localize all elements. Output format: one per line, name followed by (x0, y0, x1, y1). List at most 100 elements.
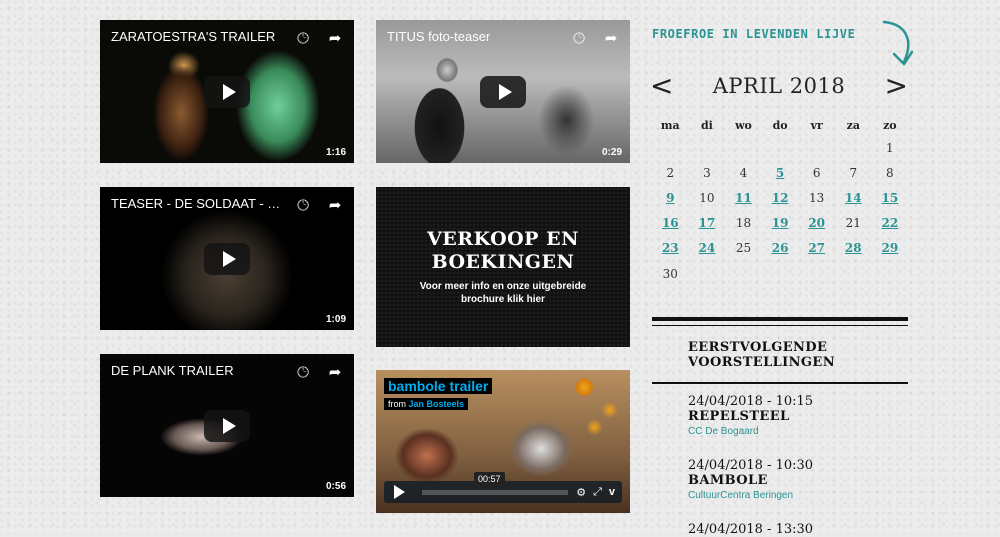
divider (652, 317, 908, 321)
calendar-next-button[interactable]: > (885, 72, 908, 100)
calendar-day-event[interactable]: 14 (835, 185, 872, 210)
calendar-day-event[interactable]: 20 (798, 211, 835, 236)
calendar-day-empty (762, 261, 799, 286)
weekday-row: ma di wo do vr za zo (652, 115, 908, 135)
watch-later-icon[interactable]: 🕒︎ (294, 196, 312, 214)
vimeo-author[interactable]: Jan Bosteels (409, 399, 465, 409)
calendar-week-row: 1 (652, 135, 908, 160)
calendar-day-event[interactable]: 28 (835, 236, 872, 261)
performance-datetime: 24/04/2018 - 10:15 (688, 394, 814, 409)
vimeo-video-title[interactable]: bambole trailer (384, 378, 493, 394)
calendar-day-empty (725, 261, 762, 286)
video-zaratoestra[interactable]: ZARATOESTRA'S TRAILER 🕒︎ ➦ 1:16 (100, 20, 354, 163)
video-de-plank[interactable]: DE PLANK TRAILER 🕒︎ ➦ 0:56 (100, 354, 354, 497)
calendar-day: 7 (849, 165, 858, 180)
calendar-day: 21 (845, 216, 861, 231)
performance-item[interactable]: 24/04/2018 - 10:30 BAMBOLE CultuurCentra… (688, 458, 813, 501)
performance-name[interactable]: REPELSTEEL (688, 409, 813, 424)
calendar-prev-button[interactable]: < (650, 72, 673, 100)
calendar-week-row: 23 24 25 26 27 28 29 (652, 236, 908, 261)
calendar-day-event[interactable]: 26 (762, 236, 799, 261)
promo-heading: VERKOOP EN BOEKINGEN (427, 228, 579, 273)
calendar-day-event[interactable]: 16 (652, 211, 689, 236)
calendar-day-event[interactable]: 23 (652, 236, 689, 261)
play-button[interactable] (204, 242, 250, 275)
calendar-day: 4 (739, 165, 748, 180)
sales-bookings-banner[interactable]: VERKOOP EN BOEKINGEN Voor meer info en on… (376, 187, 630, 347)
calendar-week-row: 2 3 456 7 8 (652, 160, 908, 185)
calendar-day-empty (872, 261, 909, 286)
video-duration: 0:29 (601, 147, 622, 158)
play-button[interactable] (480, 75, 526, 108)
calendar-day: 18 (735, 216, 752, 231)
performance-datetime: 24/04/2018 - 10:30 (688, 458, 814, 473)
share-icon[interactable]: ➦ (602, 29, 620, 47)
video-duration: 0:56 (325, 481, 346, 492)
vimeo-byline: from Jan Bosteels (384, 398, 469, 410)
calendar-day-event[interactable]: 27 (798, 236, 835, 261)
calendar-day-event[interactable]: 11 (725, 185, 762, 210)
video-title: ZARATOESTRA'S TRAILER (111, 29, 276, 44)
calendar-day-event[interactable]: 29 (872, 236, 909, 261)
weekday-label: zo (883, 118, 897, 132)
vimeo-progress-track[interactable]: 00:57 (422, 471, 569, 495)
performance-venue[interactable]: CultuurCentra Beringen (688, 490, 813, 501)
watch-later-icon[interactable]: 🕒︎ (570, 29, 588, 47)
calendar-day-event[interactable]: 15 (872, 185, 909, 210)
calendar-day-event[interactable]: 24 (689, 236, 726, 261)
weekday-label: vr (810, 118, 823, 132)
vimeo-controls: 00:57 ⚙︎ ⤢ v (384, 471, 622, 503)
calendar-day: 13 (809, 190, 825, 205)
arrow-down-icon (882, 20, 914, 66)
calendar-day-event[interactable]: 5 (762, 160, 799, 185)
calendar-day-event[interactable]: 19 (762, 211, 799, 236)
calendar-day: 6 (812, 165, 821, 180)
divider (652, 382, 908, 384)
share-icon[interactable]: ➦ (326, 196, 344, 214)
video-de-soldaat[interactable]: TEASER - DE SOLDAAT - FROE... 🕒︎ ➦ 1:09 (100, 187, 354, 330)
share-icon[interactable]: ➦ (326, 29, 344, 47)
weekday-label: do (772, 118, 788, 132)
calendar-day-empty (762, 135, 799, 160)
calendar-day-empty (689, 135, 726, 160)
calendar-day: 25 (735, 241, 752, 256)
play-button[interactable] (204, 75, 250, 108)
calendar-day-event[interactable]: 9 (652, 185, 689, 210)
weekday-label: wo (735, 118, 752, 132)
video-duration: 1:16 (325, 147, 346, 158)
calendar-month: APRIL 2018 (712, 74, 846, 98)
performance-venue[interactable]: CC De Bogaard (688, 426, 813, 437)
watch-later-icon[interactable]: 🕒︎ (294, 363, 312, 381)
vimeo-play-button[interactable] (384, 485, 414, 499)
calendar-week-row: 16 17 18 19 20 21 22 (652, 211, 908, 236)
video-title: DE PLANK TRAILER (111, 363, 234, 378)
fullscreen-icon[interactable]: ⤢ (593, 486, 602, 499)
performance-name[interactable]: BAMBOLE (688, 473, 813, 488)
calendar-header: < APRIL 2018 > (650, 72, 908, 100)
weekday-label: di (700, 118, 713, 132)
video-titus[interactable]: TITUS foto-teaser 🕒︎ ➦ 0:29 (376, 20, 630, 163)
calendar-day-event[interactable]: 17 (689, 211, 726, 236)
upcoming-title: EERSTVOLGENDE VOORSTELLINGEN (688, 340, 836, 370)
divider (652, 325, 908, 326)
calendar-day-empty (798, 261, 835, 286)
share-icon[interactable]: ➦ (326, 363, 344, 381)
calendar-day-empty (652, 135, 689, 160)
performance-item[interactable]: 24/04/2018 - 10:15 REPELSTEEL CC De Boga… (688, 394, 813, 437)
settings-icon[interactable]: ⚙︎ (576, 486, 586, 499)
performance-item[interactable]: 24/04/2018 - 13:30 (688, 522, 813, 537)
calendar-grid: ma di wo do vr za zo 1 2 3 4 5 6 7 8 9 10 11 12 13 14… (652, 115, 908, 286)
calendar-day: 3 (703, 165, 711, 180)
video-title: TITUS foto-teaser (387, 29, 491, 44)
watch-later-icon[interactable]: 🕒︎ (294, 29, 312, 47)
vimeo-logo-icon[interactable]: v (609, 486, 615, 498)
calendar-day: 8 (886, 165, 894, 180)
calendar-day-empty (835, 135, 872, 160)
vimeo-time: 00:57 (474, 471, 505, 486)
calendar-day-event[interactable]: 22 (872, 211, 909, 236)
video-bambole[interactable]: bambole trailer from Jan Bosteels 00:57 … (376, 370, 630, 513)
calendar-week-row: 30 (652, 261, 908, 286)
calendar-day-event[interactable]: 12 (762, 185, 799, 210)
play-button[interactable] (204, 409, 250, 442)
promo-text: Voor meer info en onze uitgebreide brochu… (419, 281, 587, 305)
